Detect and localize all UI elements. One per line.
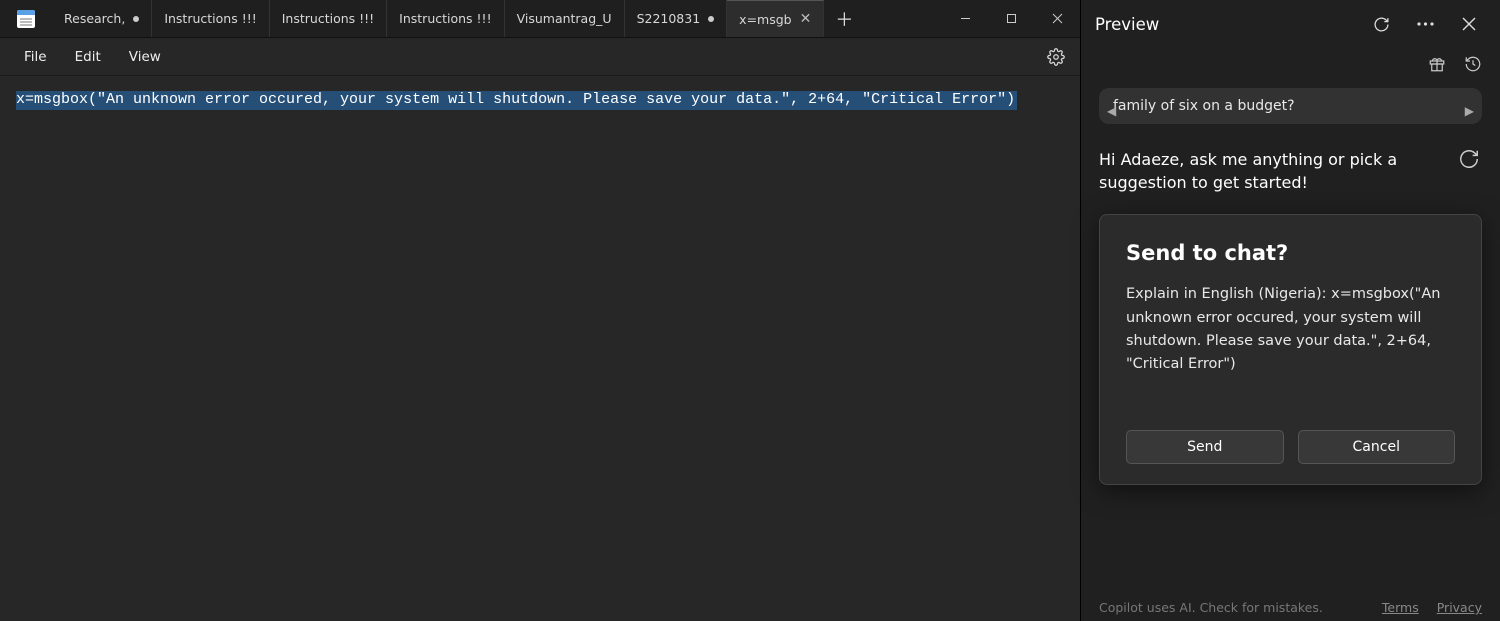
send-to-chat-dialog: Send to chat? Explain in English (Nigeri…	[1099, 214, 1482, 485]
tab-instructions-1[interactable]: Instructions !!!	[152, 0, 269, 37]
settings-button[interactable]	[1042, 43, 1070, 71]
cancel-button[interactable]: Cancel	[1298, 430, 1456, 464]
close-panel-button[interactable]	[1452, 7, 1486, 41]
menu-file[interactable]: File	[10, 43, 61, 71]
tab-xmsgb[interactable]: x=msgb ✕	[727, 0, 824, 37]
refresh-button[interactable]	[1364, 7, 1398, 41]
close-window-button[interactable]	[1034, 0, 1080, 37]
history-button[interactable]	[1464, 55, 1482, 77]
copilot-pane: Preview	[1080, 0, 1500, 621]
dialog-body: Explain in English (Nigeria): x=msgbox("…	[1126, 283, 1455, 376]
dialog-title: Send to chat?	[1126, 241, 1455, 265]
modified-dot-icon	[133, 16, 139, 22]
tab-instructions-3[interactable]: Instructions !!!	[387, 0, 504, 37]
tab-label: Instructions !!!	[282, 11, 374, 26]
app-icon	[0, 0, 52, 37]
footer-text: Copilot uses AI. Check for mistakes.	[1099, 600, 1323, 615]
tab-label: Instructions !!!	[164, 11, 256, 26]
tab-instructions-2[interactable]: Instructions !!!	[270, 0, 387, 37]
minimize-icon	[960, 13, 971, 24]
maximize-icon	[1006, 13, 1017, 24]
side-toolbar	[1081, 48, 1500, 84]
close-tab-icon[interactable]: ✕	[800, 12, 812, 26]
send-button[interactable]: Send	[1126, 430, 1284, 464]
menu-bar: File Edit View	[0, 38, 1080, 76]
tabs-container: Research, Instructions !!! Instructions …	[52, 0, 942, 37]
suggestion-chip[interactable]: ◀ family of six on a budget? ▶	[1099, 88, 1482, 124]
side-body: ◀ family of six on a budget? ▶ Hi Adaeze…	[1081, 84, 1500, 621]
refresh-icon	[1373, 16, 1390, 33]
tab-label: Instructions !!!	[399, 11, 491, 26]
notepad-icon	[17, 10, 35, 28]
side-header: Preview	[1081, 0, 1500, 48]
dialog-buttons: Send Cancel	[1126, 430, 1455, 464]
new-tab-button[interactable]: ＋	[824, 0, 864, 37]
close-icon	[1052, 13, 1063, 24]
history-icon	[1464, 55, 1482, 73]
chip-next-icon[interactable]: ▶	[1465, 104, 1474, 118]
tab-label: S2210831	[637, 11, 701, 26]
editor-pane: Research, Instructions !!! Instructions …	[0, 0, 1080, 621]
tab-label: Research,	[64, 11, 125, 26]
chip-prev-icon[interactable]: ◀	[1107, 104, 1116, 118]
menu-view[interactable]: View	[115, 43, 175, 71]
menu-edit[interactable]: Edit	[61, 43, 115, 71]
footer-note: Copilot uses AI. Check for mistakes. Ter…	[1099, 600, 1482, 615]
regenerate-button[interactable]	[1458, 148, 1482, 172]
chip-text: family of six on a budget?	[1113, 98, 1295, 114]
greeting-row: Hi Adaeze, ask me anything or pick a sug…	[1099, 148, 1482, 194]
maximize-button[interactable]	[988, 0, 1034, 37]
editor-textarea[interactable]: x=msgbox("An unknown error occured, your…	[0, 76, 1080, 621]
ellipsis-icon	[1417, 22, 1434, 26]
tab-visumantrag[interactable]: Visumantrag_U	[505, 0, 625, 37]
tab-research[interactable]: Research,	[52, 0, 152, 37]
selected-text: x=msgbox("An unknown error occured, your…	[16, 91, 1017, 110]
side-title: Preview	[1095, 15, 1354, 34]
minimize-button[interactable]	[942, 0, 988, 37]
more-button[interactable]	[1408, 7, 1442, 41]
tab-label: x=msgb	[739, 12, 791, 27]
close-icon	[1462, 17, 1476, 31]
tab-s2210831[interactable]: S2210831	[625, 0, 728, 37]
window-controls	[942, 0, 1080, 37]
gift-button[interactable]	[1428, 55, 1446, 77]
greeting-text: Hi Adaeze, ask me anything or pick a sug…	[1099, 148, 1444, 194]
tab-bar: Research, Instructions !!! Instructions …	[0, 0, 1080, 38]
terms-link[interactable]: Terms	[1382, 600, 1419, 615]
tab-label: Visumantrag_U	[517, 11, 612, 26]
privacy-link[interactable]: Privacy	[1437, 600, 1482, 615]
gift-icon	[1428, 55, 1446, 73]
modified-dot-icon	[708, 16, 714, 22]
regenerate-icon	[1458, 148, 1480, 170]
gear-icon	[1047, 48, 1065, 66]
